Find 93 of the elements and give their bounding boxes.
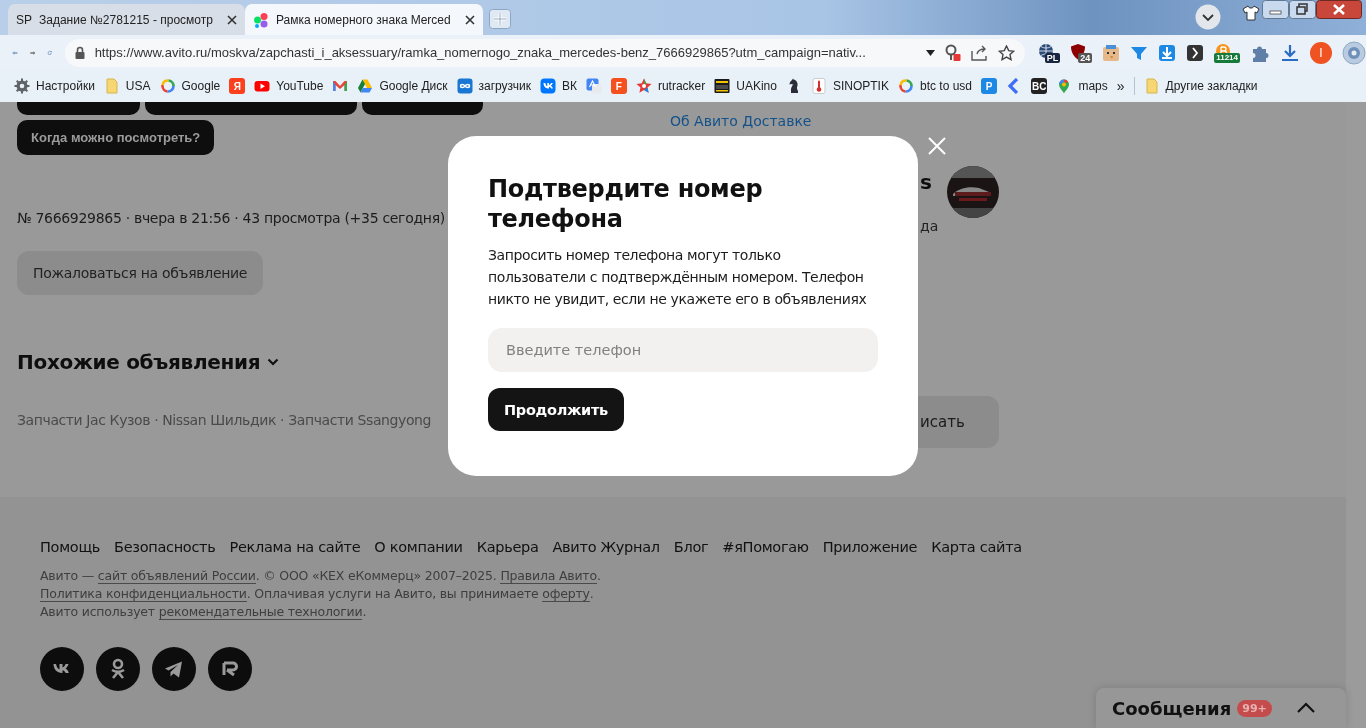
legal-text: Политика конфиденциальности. Оплачивая услуги на Авито, вы принимаете оферту. [40, 585, 594, 603]
translate-icon [585, 78, 602, 94]
seller-name[interactable]: s [920, 170, 932, 194]
footer-link[interactable]: Приложение [822, 539, 918, 555]
key-blocked-icon[interactable] [944, 43, 961, 62]
footer-link[interactable]: Безопасность [114, 539, 216, 555]
dialog-text: Запросить номер телефона могут только пользователи с подтверждённым номером. Телефон никто не увидит, если не укажете его в объявлениях [488, 246, 868, 309]
footer-link[interactable]: Карьера [476, 539, 539, 555]
bookmark[interactable]: загрузчик [456, 78, 531, 94]
report-button[interactable]: Пожаловаться на объявление [17, 251, 264, 295]
legal-link[interactable]: оферту [542, 586, 590, 602]
address-bar[interactable]: https://www.avito.ru/moskva/zapchasti_i_aksessuary/ramka_nomernogo_znaka_mercedes-benz_7666929865?utm_campaign=nativ... [64, 38, 1025, 67]
footer-link[interactable]: Авито Журнал [552, 539, 660, 555]
bookmark[interactable]: maps [1056, 78, 1108, 94]
more-bookmarks-button[interactable]: » [1116, 78, 1125, 94]
footer-link[interactable]: Карта сайта [931, 539, 1022, 555]
square-logo-icon [539, 78, 556, 94]
bookmark[interactable]: rutracker [635, 78, 706, 94]
folder-icon [103, 78, 120, 94]
close-window-icon[interactable] [1316, 0, 1362, 19]
caret-icon[interactable] [925, 49, 935, 56]
profile-avatar[interactable]: I [1310, 41, 1332, 64]
write-button[interactable]: исать [918, 396, 999, 448]
messages-title: Сообщения [1112, 697, 1232, 719]
tab-logo-icon: SP [16, 12, 32, 27]
terminal-icon[interactable] [1186, 43, 1205, 62]
paper-plane-icon[interactable] [152, 647, 196, 691]
url-text: https://www.avito.ru/moskva/zapchasti_i_aksessuary/ramka_nomernogo_znaka_mercedes-benz_7666929865?utm_campaign=nativ... [94, 45, 867, 60]
lock-icon [74, 46, 85, 59]
close-icon[interactable] [227, 14, 237, 25]
social-logo-icon[interactable] [40, 647, 84, 691]
social-logo-icon[interactable] [96, 647, 140, 691]
download-icon[interactable] [1280, 42, 1300, 63]
seller-note: да [920, 218, 939, 234]
footer-link[interactable]: Помощь [40, 539, 100, 555]
play-icon [254, 78, 271, 94]
maximize-icon[interactable] [1289, 0, 1316, 19]
footer-link[interactable]: Реклама на сайте [229, 539, 361, 555]
gear-icon [14, 78, 30, 94]
thermometer-icon [810, 78, 827, 94]
bookmark[interactable]: Google [159, 78, 221, 94]
star-outline-icon[interactable] [997, 44, 1015, 61]
bookmark[interactable]: Google Диск [357, 78, 448, 94]
question-chip[interactable]: Когда можно посмотреть? [17, 120, 215, 155]
chevron-down-icon[interactable] [267, 358, 280, 366]
legal-link[interactable]: сайт объявлений России [97, 568, 256, 584]
dialog-title: Подтвердите номер телефона [488, 174, 764, 234]
letter-badge-icon[interactable]: Я [229, 78, 246, 94]
bookmark[interactable]: SINOPTIK [810, 78, 889, 94]
bookmark[interactable]: UAKino [714, 78, 777, 94]
film-icon [714, 78, 731, 94]
star-icon [635, 78, 652, 94]
triangle-icon [357, 78, 374, 94]
footer-link[interactable]: О компании [374, 539, 463, 555]
other-bookmarks[interactable]: Другие закладки [1143, 78, 1258, 94]
envelope-icon [332, 78, 349, 94]
shirt-icon[interactable] [1242, 5, 1260, 21]
bookmark[interactable]: Настройки [14, 78, 95, 94]
footer-link[interactable]: #яПомогаю [722, 539, 809, 555]
social-logo-icon[interactable] [208, 647, 252, 691]
letter-badge-icon[interactable]: F [610, 78, 627, 94]
close-icon[interactable] [465, 14, 475, 25]
bookmark[interactable]: USA [103, 78, 151, 94]
phone-input[interactable]: Введите телефон [488, 328, 878, 372]
messages-panel[interactable]: Сообщения 99+ [1096, 688, 1346, 728]
seller-avatar[interactable] [946, 166, 999, 218]
ring-icon [897, 78, 914, 94]
letter-badge-icon[interactable]: BC [1031, 78, 1048, 94]
section-heading: Похожие объявления [17, 350, 261, 374]
bookmark[interactable]: YouTube [254, 78, 324, 94]
bookmark[interactable]: btc to usd [897, 78, 972, 94]
download-box-icon[interactable] [1158, 43, 1177, 62]
ring-icon [159, 78, 176, 94]
bookmark[interactable]: ВК [539, 78, 577, 94]
menu-icon[interactable] [1342, 40, 1366, 65]
face-icon[interactable] [1102, 43, 1121, 62]
folder-icon [1143, 78, 1160, 94]
letter-badge-icon[interactable]: P [981, 78, 997, 94]
unread-badge: 99+ [1237, 699, 1272, 717]
infinity-icon [456, 78, 473, 94]
footer-link[interactable]: Блог [673, 539, 709, 555]
legal-text: Авито использует рекомендательные технологии. [40, 603, 367, 621]
legal-text: Авито — сайт объявлений России. © ООО «КЕХ еКоммерц» 2007–2025. Правила Авито. [40, 567, 601, 585]
legal-link[interactable]: Правила Авито [500, 568, 597, 584]
dots-logo-icon [253, 11, 269, 28]
chevron-up-icon[interactable] [1296, 702, 1316, 714]
ad-info: № 7666929865 · вчера в 21:56 · 43 просмотра (+35 сегодня) [17, 210, 445, 226]
legal-link[interactable]: Политика конфиденциальности [40, 586, 247, 602]
share-icon[interactable] [970, 44, 988, 61]
continue-button[interactable]: Продолжить [488, 388, 624, 431]
chevron-down-icon[interactable] [1195, 4, 1221, 30]
browser-tab[interactable]: SP Задание №2781215 - просмотр [8, 4, 245, 35]
browser-tab[interactable]: Рамка номерного знака Merced [245, 4, 483, 35]
